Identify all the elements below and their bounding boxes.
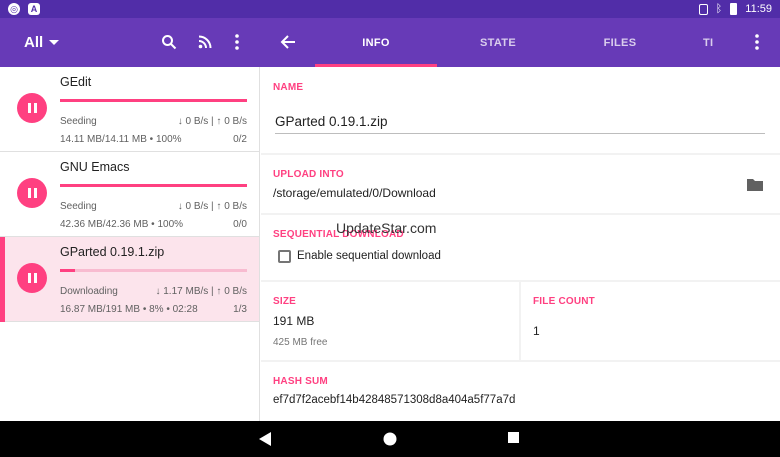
tab-state[interactable]: STATE: [437, 18, 559, 67]
torrent-name: GNU Emacs: [60, 160, 130, 174]
sequential-checkbox-label[interactable]: Enable sequential download: [297, 250, 441, 262]
file-count-card: FILE COUNT 1: [521, 282, 780, 360]
filter-label: All: [24, 34, 44, 51]
rss-icon[interactable]: [195, 32, 215, 52]
a-icon: A: [28, 3, 40, 15]
size-card: SIZE 191 MB 425 MB free: [261, 282, 519, 360]
torrent-peers: 0/0: [233, 219, 247, 230]
torrent-state: Downloading: [60, 286, 118, 297]
torrent-speed: ↓ 1.17 MB/s | ↑ 0 B/s: [155, 286, 247, 297]
selection-indicator: [0, 237, 5, 322]
progress-bar: [60, 269, 247, 272]
pause-icon: [27, 103, 37, 113]
progress-fill: [60, 99, 247, 102]
torrent-detail-panel: NAME GParted 0.19.1.zip UPLOAD INTO /sto…: [261, 67, 780, 421]
file-count-value: 1: [533, 324, 540, 338]
torrent-name-field[interactable]: GParted 0.19.1.zip: [275, 114, 765, 134]
chrome-icon: ◎: [8, 3, 20, 15]
more-vert-icon[interactable]: [227, 32, 247, 52]
battery-icon: [730, 3, 738, 15]
torrent-peers: 0/2: [233, 134, 247, 145]
torrent-peers: 1/3: [233, 304, 247, 315]
torrent-item-selected[interactable]: GParted 0.19.1.zip Downloading ↓ 1.17 MB…: [0, 237, 259, 322]
name-card: NAME GParted 0.19.1.zip: [261, 67, 780, 153]
torrent-item[interactable]: GNU Emacs Seeding ↓ 0 B/s | ↑ 0 B/s 42.3…: [0, 152, 259, 237]
upload-card: UPLOAD INTO /storage/emulated/0/Download: [261, 155, 780, 213]
size-value: 191 MB: [273, 314, 315, 328]
torrent-speed: ↓ 0 B/s | ↑ 0 B/s: [177, 116, 247, 127]
progress-bar: [60, 184, 247, 187]
bluetooth-icon: ᛒ: [715, 3, 723, 15]
tab-files[interactable]: FILES: [559, 18, 681, 67]
torrent-speed: ↓ 0 B/s | ↑ 0 B/s: [177, 201, 247, 212]
home-nav-icon[interactable]: [382, 431, 398, 447]
folder-icon[interactable]: [747, 178, 763, 196]
upload-into-label: UPLOAD INTO: [273, 169, 344, 180]
torrent-state: Seeding: [60, 201, 97, 212]
torrent-item[interactable]: GEdit Seeding ↓ 0 B/s | ↑ 0 B/s 14.11 MB…: [0, 67, 259, 152]
free-space: 425 MB free: [273, 337, 328, 348]
detail-toolbar: INFO STATE FILES TI: [260, 18, 780, 67]
hash-card: HASH SUM ef7d7f2acebf14b42848571308d8a40…: [261, 362, 780, 421]
system-nav-bar: [0, 421, 780, 457]
pause-button[interactable]: [17, 93, 47, 123]
status-bar: ◎ A ᛒ 11:59: [0, 0, 780, 18]
hash-sum-value: ef7d7f2acebf14b42848571308d8a404a5f77a7d: [273, 394, 516, 406]
torrent-list-toolbar: All: [0, 18, 260, 67]
name-label: NAME: [273, 82, 304, 93]
back-nav-icon[interactable]: [258, 431, 274, 447]
dropdown-caret-icon: [49, 40, 60, 45]
torrent-state: Seeding: [60, 116, 97, 127]
file-count-label: FILE COUNT: [533, 296, 595, 307]
detail-more-vert-icon[interactable]: [747, 32, 767, 52]
watermark: UpdateStar.com: [336, 220, 437, 236]
torrent-name: GParted 0.19.1.zip: [60, 245, 165, 259]
pause-icon: [27, 273, 37, 283]
torrent-name: GEdit: [60, 75, 92, 89]
clock: 11:59: [745, 3, 772, 15]
tab-info[interactable]: INFO: [315, 18, 437, 67]
torrent-size: 14.11 MB/14.11 MB • 100%: [60, 134, 182, 145]
progress-fill: [60, 269, 75, 272]
progress-bar: [60, 99, 247, 102]
back-arrow-icon[interactable]: [278, 32, 298, 52]
pause-button[interactable]: [17, 178, 47, 208]
recents-nav-icon[interactable]: [507, 431, 523, 447]
progress-fill: [60, 184, 247, 187]
search-icon[interactable]: [159, 32, 179, 52]
tab-trackers[interactable]: TI: [703, 18, 733, 67]
size-label: SIZE: [273, 296, 297, 307]
vibrate-icon: [698, 3, 708, 15]
pause-button[interactable]: [17, 263, 47, 293]
torrent-size: 16.87 MB/191 MB • 8% • 02:28: [60, 304, 198, 315]
sequential-download-checkbox[interactable]: [278, 250, 291, 263]
torrent-list: GEdit Seeding ↓ 0 B/s | ↑ 0 B/s 14.11 MB…: [0, 67, 260, 457]
upload-path[interactable]: /storage/emulated/0/Download: [273, 186, 436, 200]
hash-sum-label: HASH SUM: [273, 376, 328, 387]
filter-dropdown[interactable]: All: [24, 34, 60, 51]
pause-icon: [27, 188, 37, 198]
torrent-size: 42.36 MB/42.36 MB • 100%: [60, 219, 184, 230]
